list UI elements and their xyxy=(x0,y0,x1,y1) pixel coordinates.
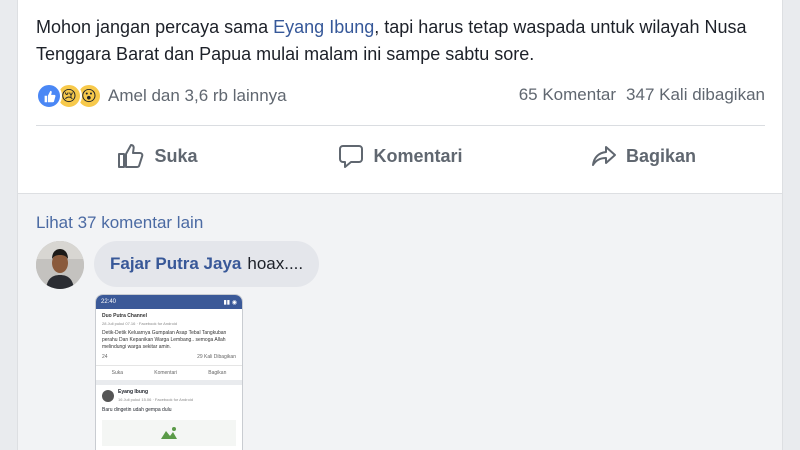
post-actions: Suka Komentari Bagikan xyxy=(36,137,765,175)
embedded-post-1-meta: 28 Juli pukul 07.16 · Facebook for Andro… xyxy=(102,321,177,326)
avatar-photo xyxy=(36,241,84,289)
embedded-post-2-text: Baru dingetin udah gempa dulu xyxy=(102,407,172,413)
more-comments-link[interactable]: Lihat 37 komentar lain xyxy=(36,213,203,233)
embedded-like-label: Suka xyxy=(111,370,124,376)
shares-count[interactable]: 347 Kali dibagikan xyxy=(626,85,765,104)
embedded-post-2: Eyang Ibung 16 Juli pukul 15.06 · Facebo… xyxy=(96,385,242,450)
embedded-post-2-meta: 16 Juli pukul 15.06 · Facebook for Andro… xyxy=(118,397,193,402)
comment-attachment-image[interactable]: 22:40 ▮▮ ◉ Duo Putra Channel 28 Juli puk… xyxy=(95,294,243,450)
embedded-post-1-author: Duo Putra Channel xyxy=(102,313,148,319)
comments-count[interactable]: 65 Komentar xyxy=(519,85,616,104)
embedded-comment-label: Komentari xyxy=(154,370,178,376)
comments-section: Lihat 37 komentar lain Fajar Putra Jaya … xyxy=(17,194,783,450)
mention-link[interactable]: Eyang Ibung xyxy=(273,17,374,37)
comment-button[interactable]: Komentari xyxy=(279,137,522,175)
thumbs-up-icon xyxy=(118,144,144,168)
like-button[interactable]: Suka xyxy=(36,137,279,175)
comment-text: hoax.... xyxy=(247,254,304,273)
phone-time: 22:40 xyxy=(101,299,117,305)
reactions-summary[interactable]: 😢 😮 Amel dan 3,6 rb lainnya xyxy=(36,83,287,109)
embedded-post-2-author: Eyang Ibung xyxy=(118,389,148,395)
share-icon xyxy=(591,146,616,166)
comment-author[interactable]: Fajar Putra Jaya xyxy=(110,254,241,274)
embedded-post-1-stats: 24 29 Kali Dibagikan xyxy=(102,354,236,361)
embedded-image-graphic xyxy=(161,427,177,439)
divider xyxy=(36,125,765,126)
embedded-post-1-actions: Suka Komentari Bagikan xyxy=(96,365,242,385)
like-label: Suka xyxy=(154,145,198,166)
reaction-names[interactable]: Amel dan 3,6 rb lainnya xyxy=(108,86,287,106)
phone-status-bar: 22:40 ▮▮ ◉ xyxy=(96,295,242,309)
post-text: Mohon jangan percaya sama Eyang Ibung, t… xyxy=(36,14,776,68)
embedded-share-label: Bagikan xyxy=(208,370,227,376)
share-label: Bagikan xyxy=(625,145,697,166)
comment-icon xyxy=(339,145,364,168)
share-button[interactable]: Bagikan xyxy=(522,137,765,175)
embedded-post-2-avatar xyxy=(102,390,114,402)
comment-label: Komentari xyxy=(373,145,463,166)
embedded-post-2-image xyxy=(102,420,236,446)
post-text-start: Mohon jangan percaya sama xyxy=(36,17,274,37)
avatar[interactable] xyxy=(36,241,84,289)
embedded-post-1-reactions: 24 xyxy=(102,354,108,360)
comment-bubble: Fajar Putra Jaya hoax.... xyxy=(94,241,320,287)
embedded-post-1-shares: 29 Kali Dibagikan xyxy=(197,354,236,360)
embedded-post-1-text: Detik-Detik Keluarnya Gumpalan Asap Teba… xyxy=(102,330,227,350)
post-counts: 65 Komentar 347 Kali dibagikan xyxy=(519,85,765,105)
like-icon xyxy=(36,83,62,109)
embedded-post-1: Duo Putra Channel 28 Juli pukul 07.16 · … xyxy=(96,309,242,365)
post-card: Mohon jangan percaya sama Eyang Ibung, t… xyxy=(17,0,783,194)
phone-status-icons: ▮▮ ◉ xyxy=(223,299,237,306)
embedded-post-2-header: Eyang Ibung 16 Juli pukul 15.06 · Facebo… xyxy=(102,389,236,403)
